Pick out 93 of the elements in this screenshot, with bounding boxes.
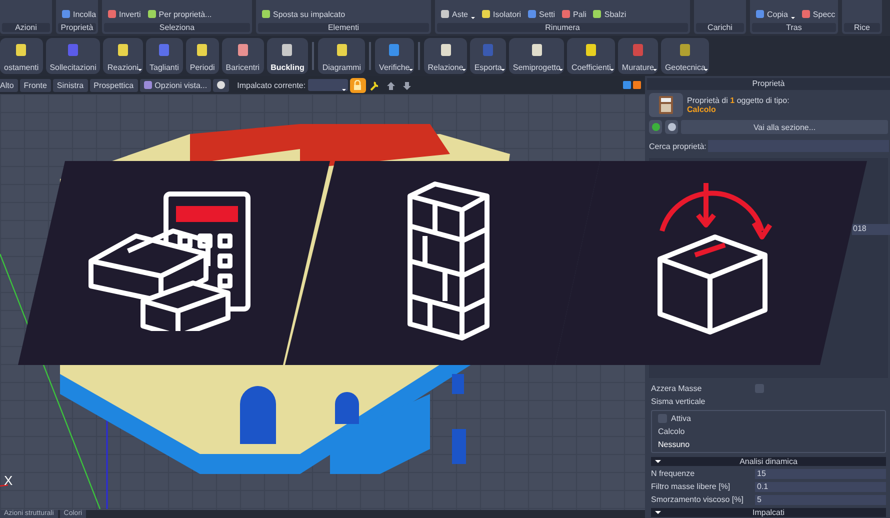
group-label: Rinumera — [437, 23, 688, 32]
property-label: N frequenze — [651, 469, 696, 478]
ribbon-button[interactable]: Sposta su impalcato — [262, 10, 346, 18]
toolbar-button[interactable]: Periodi — [186, 38, 219, 74]
toolbar-button[interactable]: Coefficienti — [567, 38, 615, 74]
section-title: Impalcati — [752, 508, 784, 517]
view-button[interactable]: Fronte — [20, 78, 51, 92]
floor-label: Impalcato corrente: — [237, 80, 306, 90]
view-button[interactable]: Prospettica — [90, 78, 138, 92]
dot-icon — [217, 81, 226, 89]
checkbox[interactable] — [755, 384, 764, 393]
ribbon-button[interactable]: Isolatori — [482, 10, 522, 18]
object-type: Calcolo — [687, 105, 717, 114]
tool-icon — [593, 10, 602, 18]
panel-title: Proprietà — [647, 78, 890, 90]
group-label: Azioni — [2, 23, 50, 32]
search-label: Cerca proprietà: — [649, 142, 706, 150]
tool-icon — [528, 10, 536, 18]
ribbon-button[interactable]: Incolla — [62, 10, 96, 18]
forward-button[interactable] — [665, 120, 678, 134]
property-value: Nessuno — [658, 440, 691, 449]
group-label: Rice — [844, 23, 880, 32]
brick-column-icon — [405, 181, 490, 341]
wrench-icon — [369, 80, 380, 90]
group-label: Proprietà — [58, 23, 96, 32]
ribbon-button[interactable]: Setti — [528, 10, 556, 18]
tool-icon — [756, 10, 764, 18]
toolbar-button[interactable]: Verifiche — [375, 38, 414, 74]
forward-icon — [668, 123, 676, 131]
toolbar-button[interactable]: Sollecitazioni — [46, 38, 100, 74]
tool-icon — [441, 10, 449, 18]
toolbar-button[interactable]: Baricentri — [222, 38, 264, 74]
collapse-icon — [655, 511, 661, 514]
ribbon-button[interactable]: Aste — [441, 10, 476, 18]
calculator-icon — [659, 96, 673, 114]
view-button[interactable]: Alto — [0, 78, 18, 92]
axis-label: X — [4, 473, 13, 488]
ribbon-button[interactable]: Specc — [802, 10, 836, 18]
ribbon-button[interactable]: Per proprietà... — [148, 10, 212, 18]
group-label: Tras — [752, 23, 836, 32]
tool-icon — [108, 10, 116, 18]
tool-icon — [262, 10, 270, 18]
back-icon — [652, 123, 660, 131]
property-label: Smorzamento viscoso [%] — [651, 495, 744, 504]
tool-icon — [802, 10, 810, 18]
property-value[interactable]: 15 — [755, 468, 886, 478]
checkbox-label: Attiva — [671, 414, 692, 423]
ribbon-button[interactable]: Pali — [562, 10, 586, 18]
arrow-up-icon — [386, 80, 395, 90]
tool-icon — [62, 10, 70, 18]
property-value[interactable]: 018 — [852, 224, 890, 235]
tool-icon — [562, 10, 570, 18]
toolbar-button[interactable]: Relazione — [424, 38, 468, 74]
goto-section-button[interactable]: Vai alla sezione... — [681, 120, 888, 134]
camera-button[interactable] — [213, 78, 230, 92]
checkbox[interactable] — [658, 414, 667, 423]
property-label: Azzera Masse — [651, 384, 703, 393]
caret-icon — [342, 89, 346, 91]
toolbar-button[interactable]: Taglianti — [146, 38, 183, 74]
toolbar-button[interactable]: Geotecnica — [660, 38, 710, 74]
view-button[interactable]: Sinistra — [52, 78, 88, 92]
section-header[interactable]: Impalcati — [651, 508, 886, 517]
toolbar-button[interactable]: Semiprogetto — [508, 38, 564, 74]
group-label: Elementi — [258, 23, 429, 32]
section-title: Analisi dinamica — [740, 457, 798, 466]
toolbar-button[interactable]: Murature — [618, 38, 658, 74]
group-label: Seleziona — [104, 23, 250, 32]
view-options-button[interactable]: Opzioni vista... — [140, 78, 212, 92]
toolbar-button[interactable]: Diagrammi — [318, 38, 366, 74]
property-label: Sisma verticale — [651, 397, 706, 406]
property-value[interactable]: 0.1 — [755, 482, 886, 492]
object-summary: Proprietà di 1 oggetto di tipo: — [687, 96, 790, 105]
arrow-down-icon — [402, 80, 411, 90]
back-button[interactable] — [649, 120, 662, 134]
object-type-button[interactable] — [649, 93, 683, 117]
collapse-icon — [655, 460, 661, 463]
property-label: Calcolo — [658, 427, 686, 436]
lock-button[interactable] — [350, 78, 366, 92]
property-value[interactable]: 5 — [755, 494, 886, 504]
lock-icon — [353, 80, 362, 90]
toolbar-button[interactable]: Esporta — [470, 38, 506, 74]
group-label: Carichi — [696, 23, 744, 32]
ribbon-button[interactable]: Inverti — [108, 10, 141, 18]
ribbon-button[interactable]: Sbalzi — [593, 10, 626, 18]
toolbar-button[interactable]: Reazioni — [103, 38, 143, 74]
ribbon-button[interactable]: Copia — [756, 10, 795, 18]
tool-icon — [482, 10, 490, 18]
toolbar-button[interactable]: ostamenti — [0, 38, 43, 74]
tool-icon — [144, 81, 152, 89]
property-label: Filtro masse libere [%] — [651, 482, 732, 491]
toolbar-button[interactable]: Buckling — [266, 38, 308, 74]
section-header[interactable]: Analisi dinamica — [651, 457, 886, 466]
tool-icon — [148, 10, 156, 18]
